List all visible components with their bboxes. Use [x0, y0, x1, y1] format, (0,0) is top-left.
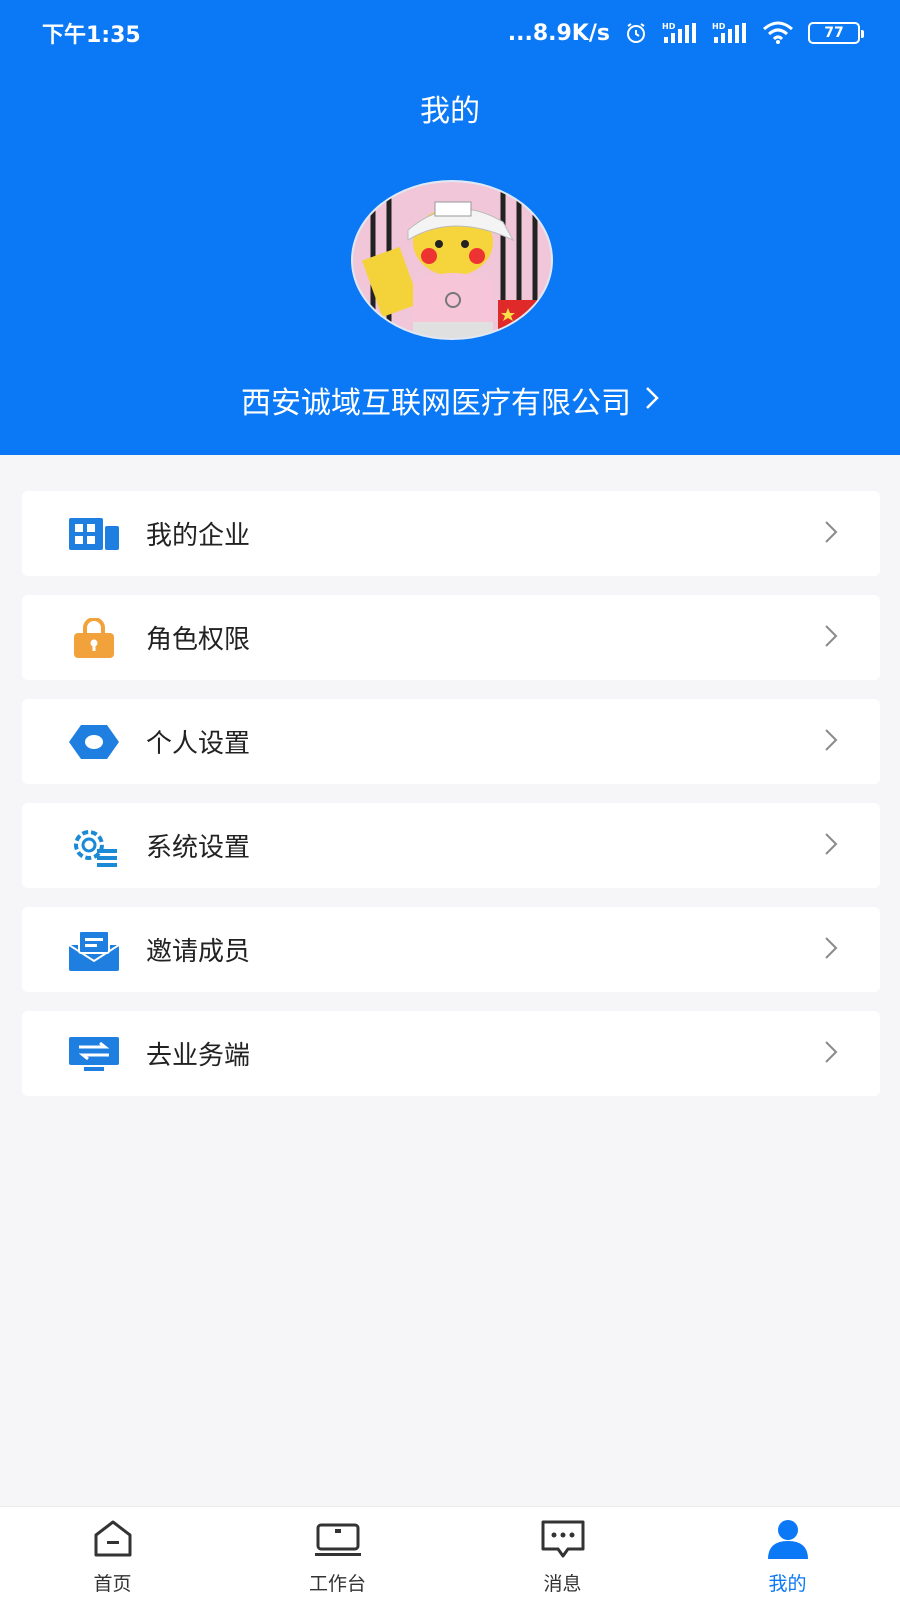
company-name: 西安诚域互联网医疗有限公司 [241, 386, 631, 421]
tab-messages[interactable]: 消息 [450, 1507, 675, 1600]
chevron-right-icon [824, 936, 838, 964]
chevron-right-icon [824, 728, 838, 756]
building-icon [68, 512, 120, 556]
svg-text:HD: HD [712, 22, 726, 31]
company-link[interactable]: 西安诚域互联网医疗有限公司 [0, 378, 900, 422]
bottom-tab-bar: 首页 工作台 消息 我的 [0, 1506, 900, 1600]
page-title: 我的 [420, 94, 480, 129]
menu-item-label: 系统设置 [146, 833, 251, 863]
workbench-icon [313, 1519, 363, 1563]
lock-icon [68, 616, 120, 660]
status-bar: 下午1:35 ...8.9K/s HD HD 77 [0, 0, 900, 66]
tab-workbench[interactable]: 工作台 [225, 1507, 450, 1600]
chevron-right-icon [824, 624, 838, 652]
tab-label: 工作台 [308, 1573, 366, 1595]
monitor-switch-icon [68, 1032, 120, 1076]
menu-item-role-permission[interactable]: 角色权限 [22, 595, 880, 680]
menu-item-label: 去业务端 [146, 1041, 251, 1071]
chevron-right-icon [824, 832, 838, 860]
menu-item-label: 我的企业 [146, 521, 251, 551]
signal-hd-icon: HD [662, 21, 698, 45]
hexagon-settings-icon [68, 720, 120, 764]
menu-item-label: 角色权限 [146, 625, 251, 655]
tab-me[interactable]: 我的 [675, 1507, 900, 1600]
invite-mail-icon [68, 928, 120, 972]
chevron-right-icon [824, 520, 838, 548]
gear-list-icon [68, 824, 120, 868]
message-icon [540, 1519, 586, 1563]
home-icon [92, 1519, 134, 1563]
wifi-icon [762, 21, 794, 45]
menu-item-personal-settings[interactable]: 个人设置 [22, 699, 880, 784]
svg-text:HD: HD [662, 22, 676, 31]
user-icon [766, 1519, 810, 1563]
chevron-right-icon [645, 383, 659, 418]
tab-label: 首页 [93, 1573, 132, 1595]
menu-item-system-settings[interactable]: 系统设置 [22, 803, 880, 888]
signal-hd-icon: HD [712, 21, 748, 45]
alarm-icon [624, 21, 648, 45]
menu-list: 我的企业 角色权限 个人设置 系统设置 邀请成员 去业务端 [22, 491, 880, 1115]
menu-item-label: 邀请成员 [146, 937, 251, 967]
status-icons: ...8.9K/s HD HD 77 [507, 20, 864, 46]
avatar[interactable] [351, 180, 553, 340]
tab-label: 我的 [768, 1573, 807, 1595]
tab-label: 消息 [543, 1573, 582, 1595]
network-speed: ...8.9K/s [507, 20, 610, 46]
profile-header: 下午1:35 ...8.9K/s HD HD 77 我的 西安诚域互联网医疗有限… [0, 0, 900, 455]
menu-item-invite-members[interactable]: 邀请成员 [22, 907, 880, 992]
status-time: 下午1:35 [42, 23, 141, 48]
chevron-right-icon [824, 1040, 838, 1068]
menu-item-my-enterprise[interactable]: 我的企业 [22, 491, 880, 576]
menu-item-label: 个人设置 [146, 729, 251, 759]
menu-item-go-business[interactable]: 去业务端 [22, 1011, 880, 1096]
battery-icon: 77 [808, 22, 864, 44]
tab-home[interactable]: 首页 [0, 1507, 225, 1600]
